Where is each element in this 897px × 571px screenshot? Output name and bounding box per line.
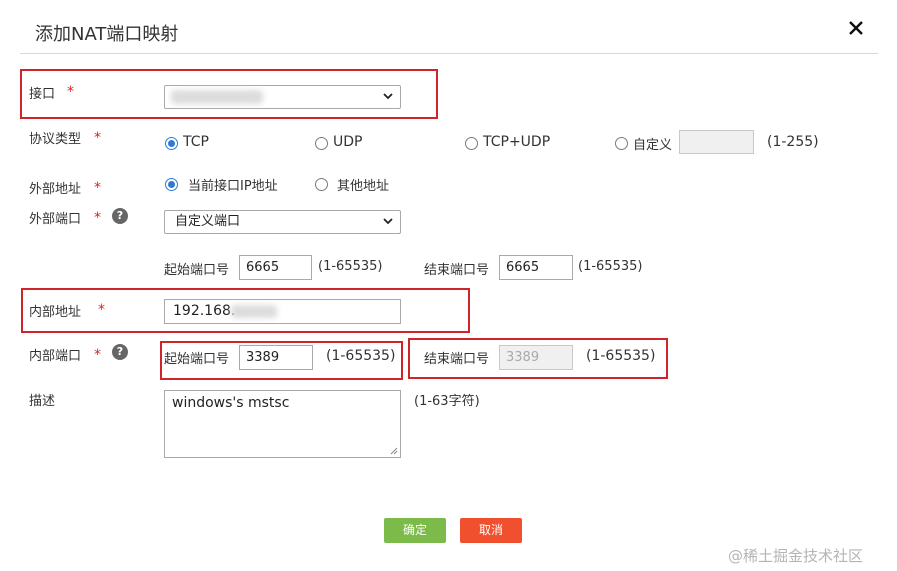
header-divider — [20, 53, 878, 54]
external-port-required-mark: * — [94, 210, 101, 226]
description-textarea[interactable]: windows's mstsc — [164, 390, 401, 458]
description-hint: (1-63字符) — [414, 394, 480, 409]
interface-label: 接口 — [29, 87, 56, 102]
ok-button[interactable]: 确定 — [384, 518, 446, 543]
protocol-option-udp: UDP — [333, 134, 363, 150]
dialog-title: 添加NAT端口映射 — [35, 24, 179, 45]
external-address-option-current: 当前接口IP地址 — [188, 179, 278, 194]
internal-start-port-input[interactable]: 3389 — [239, 345, 313, 370]
internal-start-port-hint: (1-65535) — [326, 348, 396, 364]
external-end-port-input[interactable]: 6665 — [499, 255, 573, 280]
internal-address-required-mark: * — [98, 302, 105, 318]
protocol-radio-udp[interactable] — [315, 137, 328, 150]
external-address-radio-other[interactable] — [315, 178, 328, 191]
chevron-down-icon — [383, 218, 393, 225]
interface-select[interactable] — [164, 85, 401, 109]
redacted-interface-value — [171, 90, 263, 104]
protocol-required-mark: * — [94, 130, 101, 146]
external-end-port-hint: (1-65535) — [578, 259, 643, 274]
protocol-radio-tcp[interactable] — [165, 137, 178, 150]
internal-port-help-icon[interactable]: ? — [112, 344, 128, 360]
protocol-radio-custom[interactable] — [615, 137, 628, 150]
external-start-port-hint: (1-65535) — [318, 259, 383, 274]
external-start-port-input[interactable]: 6665 — [239, 255, 312, 280]
external-port-mode-value: 自定义端口 — [175, 214, 241, 229]
internal-end-port-hint: (1-65535) — [586, 348, 656, 364]
protocol-custom-hint: (1-255) — [767, 134, 819, 150]
close-icon[interactable] — [846, 18, 866, 38]
internal-address-input[interactable]: 192.168. — [164, 299, 401, 324]
internal-end-port-label: 结束端口号 — [424, 352, 490, 367]
protocol-label: 协议类型 — [29, 132, 82, 147]
internal-address-value: 192.168. — [173, 303, 236, 319]
protocol-custom-input[interactable] — [679, 130, 754, 154]
protocol-option-tcp-udp: TCP+UDP — [483, 134, 551, 150]
external-start-port-label: 起始端口号 — [164, 263, 230, 278]
external-address-label: 外部地址 — [29, 182, 82, 197]
external-port-mode-select[interactable]: 自定义端口 — [164, 210, 401, 234]
cancel-button[interactable]: 取消 — [460, 518, 522, 543]
external-port-label: 外部端口 — [29, 212, 82, 227]
internal-port-required-mark: * — [94, 347, 101, 363]
internal-port-label: 内部端口 — [29, 349, 82, 364]
description-label: 描述 — [29, 394, 56, 409]
internal-end-port-input[interactable]: 3389 — [499, 345, 573, 370]
external-address-required-mark: * — [94, 180, 101, 196]
external-address-option-other: 其他地址 — [337, 179, 390, 194]
internal-start-port-label: 起始端口号 — [164, 352, 230, 367]
watermark-text: @稀土掘金技术社区 — [728, 547, 864, 565]
redacted-ip-suffix — [231, 305, 277, 318]
description-value: windows's mstsc — [172, 395, 290, 411]
external-end-port-label: 结束端口号 — [424, 263, 490, 278]
protocol-option-custom: 自定义 — [633, 138, 673, 153]
internal-address-label: 内部地址 — [29, 305, 82, 320]
external-address-radio-current[interactable] — [165, 178, 178, 191]
interface-required-mark: * — [67, 84, 74, 100]
chevron-down-icon — [383, 93, 393, 100]
resize-grip-icon[interactable] — [390, 447, 398, 455]
external-port-help-icon[interactable]: ? — [112, 208, 128, 224]
protocol-radio-tcp-udp[interactable] — [465, 137, 478, 150]
protocol-option-tcp: TCP — [183, 134, 209, 150]
